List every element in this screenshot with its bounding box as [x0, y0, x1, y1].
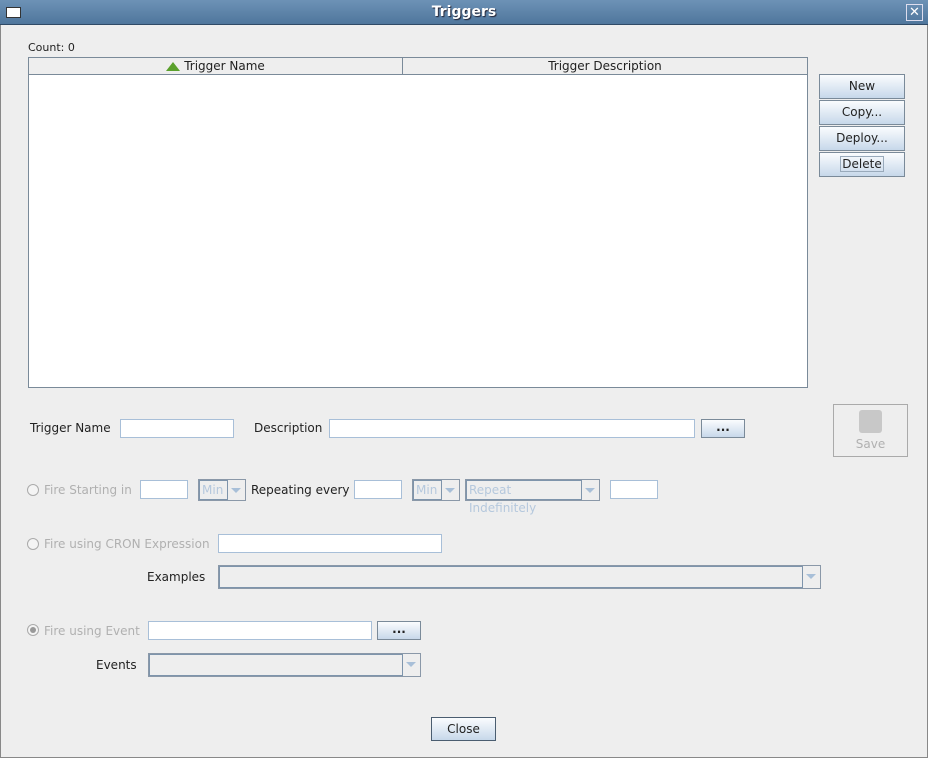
repeat-count-input[interactable] [610, 480, 658, 499]
description-input[interactable] [329, 419, 695, 438]
event-more-button[interactable]: ... [377, 621, 421, 640]
start-amount-input[interactable] [140, 480, 188, 499]
save-icon [859, 410, 882, 433]
sort-ascending-icon [166, 62, 181, 71]
window-title: Triggers [431, 4, 497, 20]
copy-button[interactable]: Copy... [819, 100, 905, 125]
save-button[interactable]: Save [833, 404, 908, 457]
cron-label: Fire using CRON Expression [44, 537, 210, 551]
fire-starting-label: Fire Starting in [44, 483, 132, 497]
chevron-down-icon [406, 662, 416, 667]
count-label: Count: 0 [28, 41, 75, 54]
chevron-down-icon [806, 574, 816, 579]
repeating-label: Repeating every [251, 483, 350, 497]
triggers-table[interactable]: Trigger Name Trigger Description [28, 57, 808, 388]
delete-label: Delete [840, 156, 884, 172]
events-select[interactable] [148, 653, 421, 677]
new-button[interactable]: New [819, 74, 905, 99]
repeat-mode-value: Repeat Indefinitely [466, 480, 582, 515]
event-label: Fire using Event [44, 624, 140, 638]
start-unit-select[interactable]: Min [198, 479, 246, 501]
chevron-down-icon [445, 488, 455, 493]
close-window-icon[interactable]: ✕ [906, 4, 923, 21]
description-label: Description [254, 421, 323, 435]
event-radio[interactable] [27, 624, 39, 636]
repeat-mode-select[interactable]: Repeat Indefinitely [465, 479, 600, 515]
trigger-name-input[interactable] [120, 419, 234, 438]
chevron-down-icon [585, 488, 595, 493]
trigger-name-label: Trigger Name [30, 421, 111, 435]
events-label: Events [96, 658, 137, 672]
event-input[interactable] [148, 621, 372, 640]
repeat-amount-input[interactable] [354, 480, 402, 499]
cron-radio[interactable] [27, 538, 39, 550]
column-header-trigger-description[interactable]: Trigger Description [403, 58, 807, 75]
column-label: Trigger Name [184, 59, 265, 73]
examples-label: Examples [147, 570, 206, 584]
repeat-unit-value: Min [413, 480, 442, 500]
description-more-button[interactable]: ... [701, 419, 745, 438]
repeat-unit-select[interactable]: Min [412, 479, 460, 501]
start-unit-value: Min [199, 480, 228, 500]
delete-button[interactable]: Delete [819, 152, 905, 177]
save-label: Save [855, 437, 886, 451]
column-header-trigger-name[interactable]: Trigger Name [29, 58, 403, 75]
examples-select[interactable] [218, 565, 821, 589]
fire-starting-radio[interactable] [27, 484, 39, 496]
chevron-down-icon [231, 488, 241, 493]
cron-expression-input[interactable] [218, 534, 442, 553]
deploy-button[interactable]: Deploy... [819, 126, 905, 151]
close-button[interactable]: Close [431, 717, 496, 741]
